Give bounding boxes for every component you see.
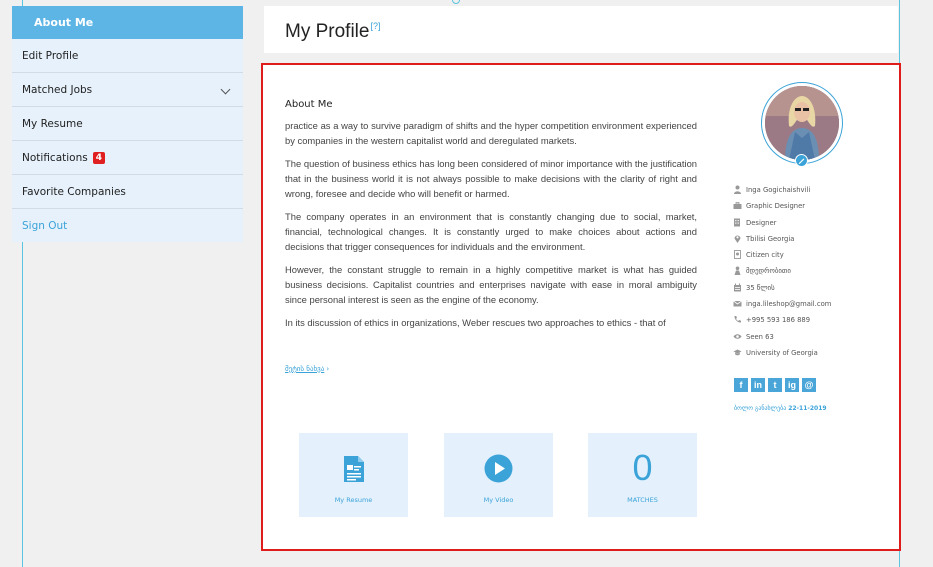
about-paragraph: practice as a way to survive paradigm of…: [285, 120, 697, 146]
my-resume-card[interactable]: My Resume: [299, 433, 408, 517]
info-text: inga.lileshop@gmail.com: [746, 300, 832, 309]
info-text: Citizen city: [746, 251, 784, 260]
about-paragraph: However, the constant struggle to remain…: [285, 264, 697, 305]
page-title: My Profile[?]: [285, 21, 380, 43]
my-resume-card-label: My Resume: [334, 496, 373, 504]
gender-icon: [734, 266, 741, 276]
sidebar-item-label: Sign Out: [22, 220, 68, 232]
last-updated-label: ბოლო განახლება: [734, 405, 787, 412]
matches-count: 0: [632, 447, 653, 488]
info-location: Tbilisi Georgia: [733, 234, 893, 250]
profile-info-list: Inga Gogichaishvili Graphic Designer Des…: [733, 185, 893, 364]
twitter-icon[interactable]: t: [768, 378, 782, 392]
document-icon: [344, 456, 364, 482]
sidebar-item-label: Notifications: [22, 152, 88, 164]
building-icon: [734, 218, 740, 227]
instagram-icon[interactable]: ig: [785, 378, 799, 392]
about-paragraph: In its discussion of ethics in organizat…: [285, 317, 666, 328]
my-video-card-label: My Video: [483, 496, 514, 504]
matches-card-label: MATCHES: [627, 496, 658, 504]
about-me-text: practice as a way to survive paradigm of…: [285, 118, 697, 344]
user-icon: [734, 185, 741, 194]
sidebar-item-matched-jobs[interactable]: Matched Jobs: [12, 73, 243, 107]
page-title-text: My Profile: [285, 21, 370, 42]
play-icon: [484, 454, 513, 483]
avatar-photo: [765, 86, 839, 160]
sidebar-item-label: My Resume: [22, 118, 83, 130]
facebook-icon[interactable]: f: [734, 378, 748, 392]
profile-panel: About Me practice as a way to survive pa…: [261, 63, 901, 551]
info-text: +995 593 186 889: [746, 316, 811, 325]
sidebar-item-label: Edit Profile: [22, 50, 79, 62]
info-text: Seen 63: [746, 332, 774, 341]
edit-avatar-button[interactable]: [795, 154, 808, 167]
sidebar-item-notifications[interactable]: Notifications 4: [12, 141, 243, 175]
help-link[interactable]: [?]: [370, 21, 380, 31]
last-updated: ბოლო განახლება 22-11-2019: [734, 405, 827, 412]
info-age: 35 წლის: [733, 283, 893, 299]
info-text: მდედრობითი: [746, 267, 791, 276]
phone-icon: [734, 316, 741, 323]
info-phone: +995 593 186 889: [733, 315, 893, 331]
info-text: Inga Gogichaishvili: [746, 186, 811, 194]
mail-share-icon[interactable]: @: [802, 378, 816, 392]
info-citizenship: Citizen city: [733, 250, 893, 266]
about-paragraph: The question of business ethics has long…: [285, 158, 697, 199]
sidebar-item-my-resume[interactable]: My Resume: [12, 107, 243, 141]
chevron-right-icon: ›: [326, 365, 330, 373]
sidebar-item-about-me[interactable]: About Me: [12, 6, 243, 39]
info-views: Seen 63: [733, 332, 893, 348]
info-company: Designer: [733, 218, 893, 234]
avatar: [765, 86, 839, 160]
graduation-icon: [733, 349, 742, 356]
my-video-card[interactable]: My Video: [444, 433, 553, 517]
info-position: Graphic Designer: [733, 201, 893, 217]
sidebar-item-sign-out[interactable]: Sign Out: [12, 209, 243, 243]
briefcase-icon: [733, 202, 742, 210]
info-text: 35 წლის: [746, 283, 775, 292]
guide-handle: [452, 0, 460, 4]
profile-avatar: [761, 82, 843, 164]
about-paragraph: The company operates in an environment t…: [285, 211, 697, 252]
info-education: University of Georgia: [733, 348, 893, 364]
info-name: Inga Gogichaishvili: [733, 185, 893, 201]
sidebar-item-label: Favorite Companies: [22, 186, 126, 198]
page-header: My Profile[?]: [264, 6, 898, 53]
mail-icon: [733, 300, 742, 307]
profile-sidebar: About Me Edit Profile Matched Jobs My Re…: [12, 6, 243, 242]
info-text: University of Georgia: [746, 348, 818, 357]
read-more-link[interactable]: მეტის ნახვა ›: [285, 365, 329, 373]
about-me-heading: About Me: [285, 99, 333, 110]
notification-count-badge: 4: [92, 152, 105, 164]
eye-icon: [733, 333, 742, 339]
last-updated-date: 22-11-2019: [788, 405, 827, 412]
sidebar-item-favorite-companies[interactable]: Favorite Companies: [12, 175, 243, 209]
calendar-icon: [734, 283, 741, 292]
read-more-label: მეტის ნახვა: [285, 365, 325, 373]
chevron-down-icon[interactable]: [220, 84, 231, 95]
info-email: inga.lileshop@gmail.com: [733, 299, 893, 315]
linkedin-icon[interactable]: in: [751, 378, 765, 392]
passport-icon: [734, 250, 741, 260]
location-icon: [734, 235, 741, 243]
sidebar-item-label: Matched Jobs: [22, 84, 93, 96]
info-gender: მდედრობითი: [733, 266, 893, 282]
info-text: Graphic Designer: [746, 202, 806, 211]
info-text: Tbilisi Georgia: [746, 234, 795, 243]
matches-card[interactable]: 0 MATCHES: [588, 433, 697, 517]
sidebar-item-edit-profile[interactable]: Edit Profile: [12, 39, 243, 73]
pencil-icon: [798, 158, 805, 164]
info-text: Designer: [746, 218, 777, 227]
